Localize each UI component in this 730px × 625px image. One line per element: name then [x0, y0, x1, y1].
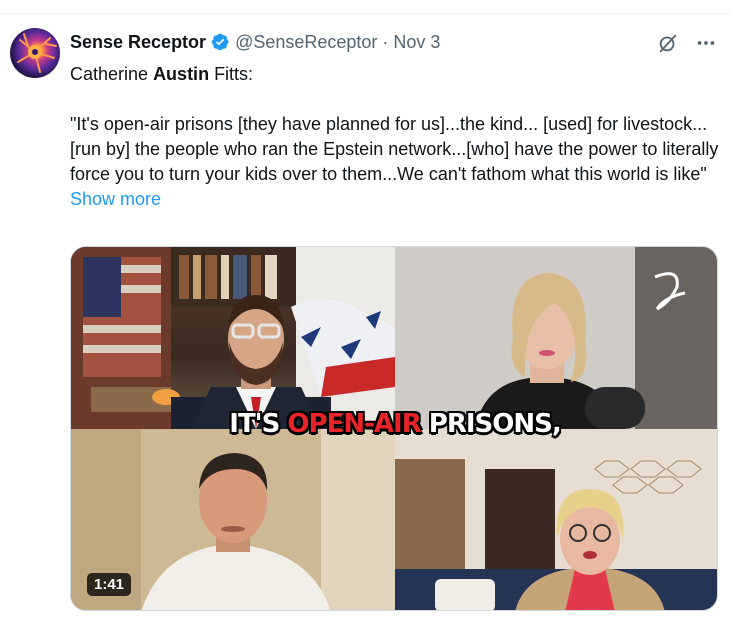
author-name[interactable]: Sense Receptor: [70, 32, 206, 53]
video-player[interactable]: IT'S OPEN-AIR PRISONS, 1:41: [70, 246, 718, 611]
caption-part-1: IT'S: [229, 409, 288, 439]
tweet-actions: [644, 30, 720, 56]
top-divider: [0, 13, 730, 14]
tweet-header: Sense Receptor @SenseReceptor · Nov 3: [70, 30, 440, 54]
video-panel-top-left: [71, 247, 395, 429]
tweet-first-line: Catherine Austin Fitts:: [70, 62, 720, 87]
video-caption: IT'S OPEN-AIR PRISONS,: [71, 409, 717, 439]
show-more-link[interactable]: Show more: [70, 187, 161, 212]
caption-part-red: OPEN-AIR: [287, 409, 421, 439]
more-icon[interactable]: [692, 30, 720, 56]
text-name-bold: Austin: [153, 64, 210, 84]
video-panel-top-right: [395, 247, 717, 429]
separator-dot: ·: [382, 31, 389, 52]
tweet-quote: "It's open-air prisons [they have planne…: [70, 114, 719, 184]
avatar[interactable]: [10, 28, 60, 78]
video-duration-badge: 1:41: [87, 573, 132, 596]
tweet-text: Catherine Austin Fitts: "It's open-air p…: [70, 62, 720, 212]
text-name-plain: Catherine: [70, 64, 154, 84]
verified-badge-icon: [210, 32, 230, 52]
grok-icon[interactable]: [654, 30, 682, 56]
video-panel-bottom-right: [395, 429, 717, 610]
caption-part-2: PRISONS,: [420, 409, 562, 439]
author-handle[interactable]: @SenseReceptor: [235, 32, 377, 53]
text-name-suffix: Fitts:: [209, 64, 254, 84]
tweet-date[interactable]: Nov 3: [393, 32, 440, 53]
